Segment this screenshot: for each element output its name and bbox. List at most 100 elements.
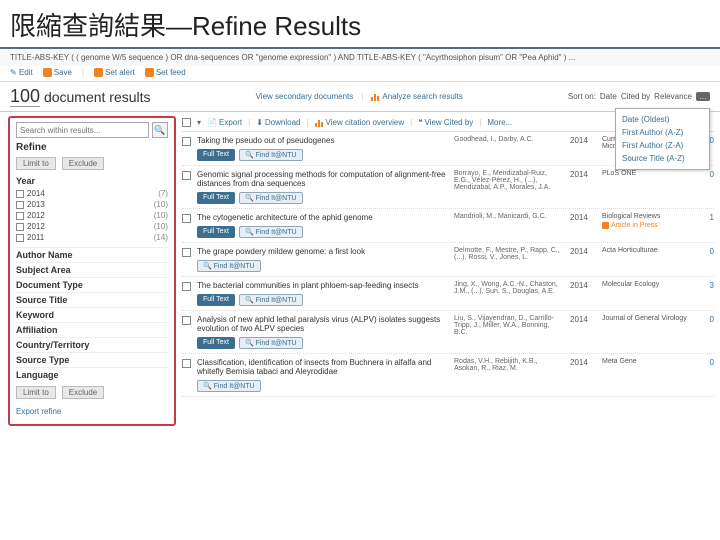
checkbox-icon[interactable] (16, 190, 24, 198)
sort-relevance[interactable]: Relevance (654, 92, 692, 101)
search-within-button[interactable]: 🔍 (152, 122, 168, 138)
result-source: Biological ReviewsArticle in Press (602, 213, 692, 238)
view-cited-by[interactable]: ❝ View Cited by (418, 118, 473, 127)
full-text-chip[interactable]: Full Text (197, 192, 235, 204)
result-title[interactable]: Analysis of new aphid lethal paralysis v… (197, 315, 448, 333)
result-year: 2014 (570, 358, 596, 392)
checkbox-icon[interactable] (16, 212, 24, 220)
facet-year-item[interactable]: 2014(7) (16, 188, 168, 199)
full-text-chip[interactable]: Full Text (197, 294, 235, 306)
result-row: The bacterial communities in plant phloe… (182, 277, 714, 311)
more-menu[interactable]: More... (487, 118, 512, 127)
analyze-results[interactable]: Analyze search results (371, 92, 462, 101)
result-source: Acta Horticulturae (602, 247, 692, 272)
result-checkbox[interactable] (182, 282, 191, 291)
facet-year-item[interactable]: 2013(10) (16, 199, 168, 210)
result-checkbox[interactable] (182, 171, 191, 180)
facet-year-title: Year (16, 176, 168, 186)
save-link[interactable]: Save (43, 68, 72, 77)
result-source: PLoS ONE (602, 170, 692, 204)
result-title[interactable]: Genomic signal processing methods for co… (197, 170, 448, 188)
facet-header[interactable]: Country/Territory (16, 337, 168, 352)
sort-more-button[interactable]: … (696, 92, 710, 101)
result-checkbox[interactable] (182, 214, 191, 223)
find-it-chip[interactable]: 🔍 Find It@NTU (239, 192, 303, 204)
facet-header[interactable]: Source Title (16, 292, 168, 307)
results-count: 100 document results (10, 86, 151, 107)
result-authors: Liu, S., Vijayendran, D., Carrillo-Tripp… (454, 315, 564, 349)
slide-title: 限縮查詢結果—Refine Results (0, 0, 720, 49)
checkbox-icon[interactable] (16, 223, 24, 231)
edit-link[interactable]: ✎ Edit (10, 68, 33, 77)
full-text-chip[interactable]: Full Text (197, 337, 235, 349)
result-checkbox[interactable] (182, 248, 191, 257)
result-row: Analysis of new aphid lethal paralysis v… (182, 311, 714, 354)
sort-option[interactable]: Source Title (A-Z) (622, 152, 703, 165)
facet-header[interactable]: Keyword (16, 307, 168, 322)
checkbox-icon[interactable] (16, 234, 24, 242)
result-title[interactable]: Classification, identification of insect… (197, 358, 448, 376)
result-authors: Borrayo, E., Mendizabal-Ruiz, E.G., Véle… (454, 170, 564, 204)
result-cited-count[interactable]: 0 (698, 358, 714, 392)
result-cited-count[interactable]: 0 (698, 170, 714, 204)
refine-sidebar: 🔍 Refine Limit to Exclude Year 2014(7)20… (8, 116, 176, 426)
refine-heading: Refine (16, 142, 168, 153)
result-title[interactable]: Taking the pseudo out of pseudogenes (197, 136, 448, 145)
result-source: Journal of General Virology (602, 315, 692, 349)
find-it-chip[interactable]: 🔍 Find It@NTU (197, 260, 261, 272)
full-text-chip[interactable]: Full Text (197, 149, 235, 161)
result-checkbox[interactable] (182, 316, 191, 325)
facet-header[interactable]: Document Type (16, 277, 168, 292)
sort-date[interactable]: Date (600, 92, 617, 101)
find-it-chip[interactable]: 🔍 Find It@NTU (239, 149, 303, 161)
full-text-chip[interactable]: Full Text (197, 226, 235, 238)
sort-option[interactable]: Date (Oldest) (622, 113, 703, 126)
set-alert-link[interactable]: Set alert (94, 68, 135, 77)
result-cited-count[interactable]: 0 (698, 315, 714, 349)
result-title[interactable]: The grape powdery mildew genome: a first… (197, 247, 448, 256)
facet-year-item[interactable]: 2012(10) (16, 221, 168, 232)
facet-header[interactable]: Author Name (16, 247, 168, 262)
result-authors: Delmotte, F., Mestre, P., Rapp, C., (...… (454, 247, 564, 272)
facet-year-item[interactable]: 2011(14) (16, 232, 168, 243)
limit-to-button[interactable]: Limit to (16, 386, 56, 399)
export-refine-link[interactable]: Export refine (16, 403, 168, 420)
facet-header[interactable]: Subject Area (16, 262, 168, 277)
result-title[interactable]: The cytogenetic architecture of the aphi… (197, 213, 448, 222)
find-it-chip[interactable]: 🔍 Find It@NTU (239, 294, 303, 306)
download-button[interactable]: ⬇ Download (256, 118, 300, 127)
search-within-input[interactable] (16, 122, 149, 138)
set-feed-link[interactable]: Set feed (145, 68, 186, 77)
result-checkbox[interactable] (182, 137, 191, 146)
view-citation-overview[interactable]: View citation overview (315, 118, 405, 127)
export-button[interactable]: 📄 Export (207, 118, 242, 127)
result-cited-count[interactable]: 0 (698, 247, 714, 272)
result-year: 2014 (570, 315, 596, 349)
result-cited-count[interactable]: 3 (698, 281, 714, 306)
result-title[interactable]: The bacterial communities in plant phloe… (197, 281, 448, 290)
sort-control: Sort on: Date Cited by Relevance … Date … (568, 92, 710, 101)
exclude-button[interactable]: Exclude (62, 386, 104, 399)
result-authors: Goodhead, I., Darby, A.C. (454, 136, 564, 161)
result-row: The grape powdery mildew genome: a first… (182, 243, 714, 277)
find-it-chip[interactable]: 🔍 Find It@NTU (197, 380, 261, 392)
select-all-checkbox[interactable] (182, 118, 191, 127)
facet-header[interactable]: Language (16, 367, 168, 382)
query-string: TITLE-ABS-KEY ( ( genome W/5 sequence ) … (0, 49, 720, 66)
find-it-chip[interactable]: 🔍 Find It@NTU (239, 226, 303, 238)
sort-option[interactable]: First Author (A-Z) (622, 126, 703, 139)
result-authors: Jing, X., Wong, A.C.-N., Chaston, J.M., … (454, 281, 564, 306)
facet-year-item[interactable]: 2012(10) (16, 210, 168, 221)
result-checkbox[interactable] (182, 359, 191, 368)
find-it-chip[interactable]: 🔍 Find It@NTU (239, 337, 303, 349)
sort-option[interactable]: First Author (Z-A) (622, 139, 703, 152)
facet-header[interactable]: Source Type (16, 352, 168, 367)
checkbox-icon[interactable] (16, 201, 24, 209)
result-year: 2014 (570, 213, 596, 238)
limit-to-button[interactable]: Limit to (16, 157, 56, 170)
result-cited-count[interactable]: 1 (698, 213, 714, 238)
sort-citedby[interactable]: Cited by (621, 92, 650, 101)
view-secondary-docs[interactable]: View secondary documents (256, 92, 354, 101)
exclude-button[interactable]: Exclude (62, 157, 104, 170)
facet-header[interactable]: Affiliation (16, 322, 168, 337)
